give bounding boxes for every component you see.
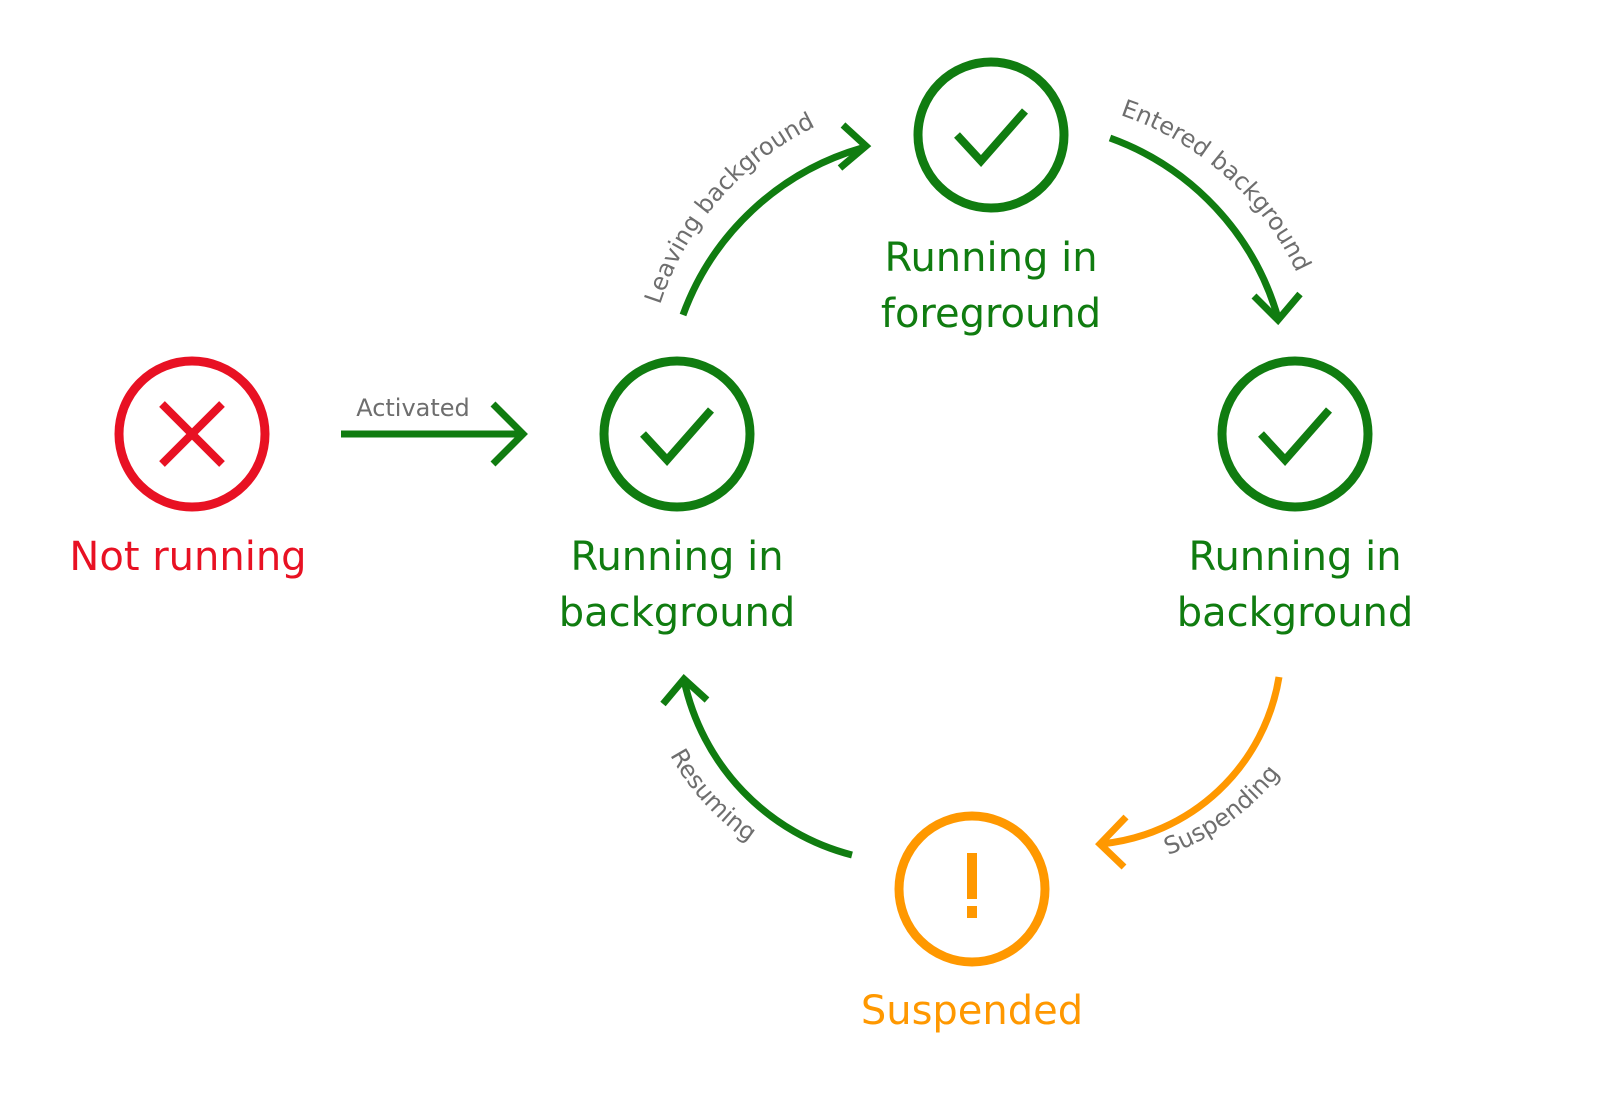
- state-label-line-2: background: [1177, 590, 1414, 636]
- state-circle: [913, 57, 1069, 213]
- x-icon: [159, 401, 225, 467]
- state-label-line-1: Running in: [884, 235, 1097, 281]
- transition-label: Leaving background: [639, 107, 818, 307]
- arrow-curve: [680, 679, 853, 859]
- transition-leaving-background: Leaving background: [639, 107, 872, 317]
- transition-label: Entered background: [1118, 94, 1317, 275]
- state-label: Suspended: [861, 988, 1083, 1034]
- transition-activated: Activated: [341, 394, 528, 467]
- state-label-line-2: foreground: [881, 291, 1101, 337]
- state-circle: [1217, 356, 1373, 512]
- app-lifecycle-diagram: Not running Running in background Runnin…: [69, 57, 1414, 1034]
- transition-label-path: Entered background: [1118, 94, 1317, 275]
- check-icon: [640, 407, 715, 466]
- transition-suspending: Suspending: [1095, 676, 1285, 870]
- state-not-running: Not running: [69, 356, 307, 580]
- state-running-in-background-right: Running in background: [1177, 356, 1414, 636]
- state-label-line-1: Running in: [1188, 534, 1401, 580]
- transition-label: Activated: [356, 394, 470, 422]
- state-running-in-background-left: Running in background: [559, 356, 796, 636]
- state-label-line-2: background: [559, 590, 796, 636]
- arrow-curve: [679, 144, 863, 317]
- check-icon: [1258, 407, 1333, 466]
- state-label-line-1: Running in: [570, 534, 783, 580]
- state-suspended: Suspended: [861, 811, 1083, 1034]
- transition-resuming: Resuming: [660, 673, 853, 859]
- transition-label-path: Leaving background: [639, 107, 818, 307]
- state-label: Not running: [69, 534, 306, 580]
- arrow-head-icon: [837, 122, 872, 171]
- arrow-curve: [1108, 134, 1282, 319]
- transition-label-path: Suspending: [1160, 759, 1285, 860]
- check-icon: [954, 108, 1029, 167]
- state-running-in-foreground: Running in foreground: [881, 57, 1101, 337]
- transition-entered-background: Entered background: [1108, 94, 1317, 326]
- exclamation-icon: [967, 853, 977, 918]
- state-circle: [599, 356, 755, 512]
- transition-label: Suspending: [1160, 759, 1285, 860]
